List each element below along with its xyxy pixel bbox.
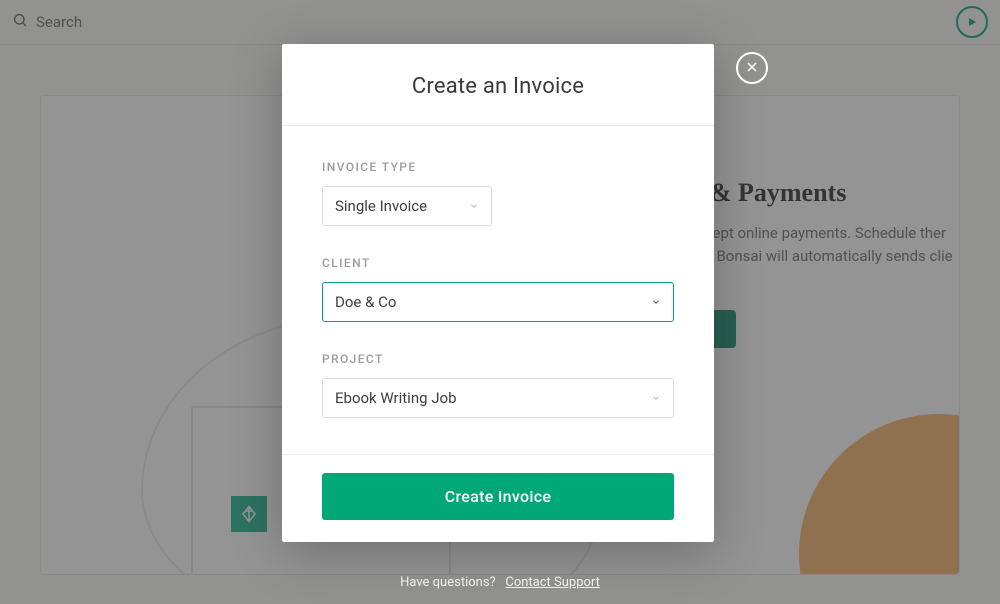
project-label: PROJECT: [322, 352, 674, 366]
project-select[interactable]: Ebook Writing Job: [322, 378, 674, 418]
close-icon: [745, 59, 759, 78]
invoice-type-select[interactable]: Single Invoice: [322, 186, 492, 226]
project-group: PROJECT Ebook Writing Job: [322, 352, 674, 418]
contact-support-link[interactable]: Contact Support: [505, 575, 600, 590]
modal-body: INVOICE TYPE Single Invoice CLIENT Doe &…: [282, 126, 714, 454]
create-invoice-modal: Create an Invoice INVOICE TYPE Single In…: [282, 44, 714, 542]
client-select[interactable]: Doe & Co: [322, 282, 674, 322]
chevron-down-icon: [651, 393, 661, 403]
client-value: Doe & Co: [335, 293, 396, 311]
chevron-down-icon: [469, 201, 479, 211]
invoice-type-label: INVOICE TYPE: [322, 160, 674, 174]
client-group: CLIENT Doe & Co: [322, 256, 674, 322]
invoice-type-value: Single Invoice: [335, 197, 427, 215]
help-footer: Have questions? Contact Support: [0, 575, 1000, 590]
create-invoice-button[interactable]: Create Invoice: [322, 473, 674, 520]
help-prompt: Have questions?: [400, 575, 496, 590]
client-label: CLIENT: [322, 256, 674, 270]
chevron-down-icon: [651, 297, 661, 307]
modal-footer: Create Invoice: [282, 454, 714, 542]
invoice-type-group: INVOICE TYPE Single Invoice: [322, 160, 674, 226]
close-modal-button[interactable]: [736, 52, 768, 84]
modal-title: Create an Invoice: [306, 74, 690, 99]
project-value: Ebook Writing Job: [335, 389, 457, 407]
modal-header: Create an Invoice: [282, 44, 714, 126]
